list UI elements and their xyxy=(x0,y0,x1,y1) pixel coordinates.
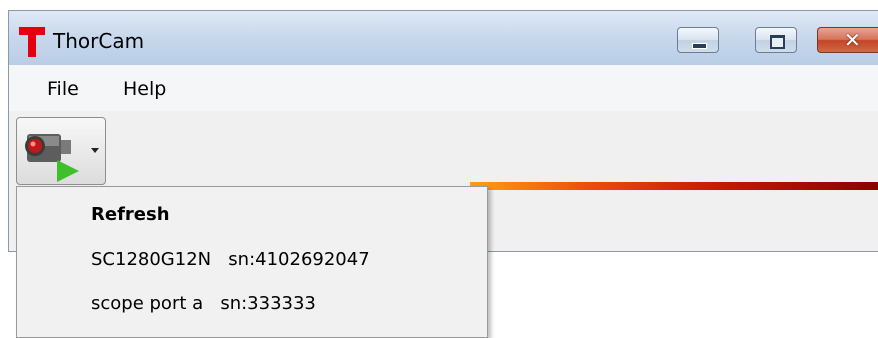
title-bar[interactable]: ThorCam ✕ xyxy=(9,11,878,65)
minimize-icon xyxy=(692,43,707,49)
window-title: ThorCam xyxy=(53,29,145,53)
menu-bar: File Help xyxy=(9,65,878,112)
menu-file[interactable]: File xyxy=(47,78,79,100)
menu-item-scope-port-a[interactable]: scope port a sn:333333 xyxy=(91,293,316,314)
close-button[interactable]: ✕ xyxy=(817,27,878,53)
colormap-bar xyxy=(470,182,878,190)
maximize-icon xyxy=(770,35,785,49)
menu-item-camera-sc1280g12n[interactable]: SC1280G12N sn:4102692047 xyxy=(91,249,370,270)
menu-item-refresh[interactable]: Refresh xyxy=(91,204,170,225)
menu-help[interactable]: Help xyxy=(123,78,166,100)
minimize-button[interactable] xyxy=(677,27,719,53)
camera-play-icon xyxy=(25,134,79,182)
close-icon: ✕ xyxy=(844,28,861,52)
chevron-down-icon[interactable] xyxy=(91,148,99,153)
camera-dropdown-menu: Refresh SC1280G12N sn:4102692047 scope p… xyxy=(16,186,488,338)
thorcam-t-icon xyxy=(19,27,45,57)
maximize-button[interactable] xyxy=(755,27,797,53)
camera-select-button[interactable] xyxy=(16,117,106,185)
